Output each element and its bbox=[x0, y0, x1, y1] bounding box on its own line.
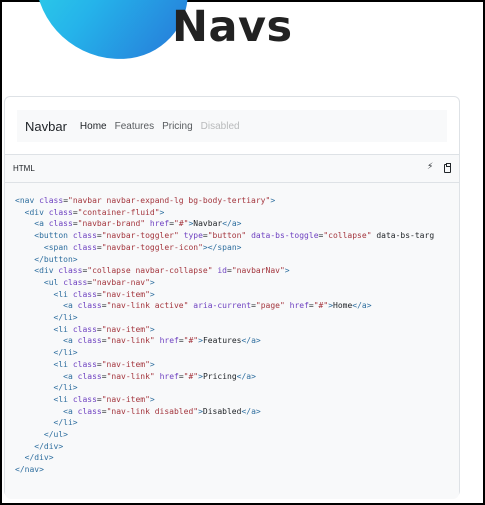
code-line: <div class="container-fluid"> bbox=[24, 207, 165, 217]
lightning-icon[interactable] bbox=[427, 162, 436, 174]
code-language-label: HTML bbox=[13, 164, 35, 173]
code-line: <nav class="navbar navbar-expand-lg bg-b… bbox=[15, 196, 276, 205]
code-line: <div class="collapse navbar-collapse" id… bbox=[34, 266, 290, 276]
code-header: HTML bbox=[5, 155, 459, 183]
clipboard-icon[interactable] bbox=[444, 163, 451, 173]
code-line: <li class="nav-item"> bbox=[53, 289, 155, 299]
navbar-preview: Navbar Home Features Pricing Disabled bbox=[17, 110, 447, 142]
nav-link-features[interactable]: Features bbox=[115, 121, 154, 132]
nav-link-disabled: Disabled bbox=[200, 120, 240, 132]
navbar-brand-link[interactable]: Navbar bbox=[25, 119, 67, 134]
code-line: <ul class="navbar-nav"> bbox=[43, 277, 155, 287]
code-line: <a class="nav-link" href="#">Features</a… bbox=[63, 336, 261, 346]
example-preview: Navbar Home Features Pricing Disabled bbox=[5, 97, 459, 155]
code-actions bbox=[427, 162, 451, 174]
code-line: <button class="navbar-toggler" type="but… bbox=[34, 231, 435, 241]
code-line: </li> bbox=[53, 418, 78, 428]
code-line: </li> bbox=[53, 383, 78, 393]
code-snippet: <nav class="navbar navbar-expand-lg bg-b… bbox=[5, 183, 459, 499]
nav-link-home[interactable]: Home bbox=[80, 121, 107, 132]
code-line: <a class="nav-link active" aria-current=… bbox=[63, 301, 372, 311]
code-line: </nav> bbox=[15, 465, 44, 475]
code-line: </button> bbox=[34, 254, 78, 264]
code-line: <span class="navbar-toggler-icon"></span… bbox=[43, 242, 242, 252]
docs-example-card: Navbar Home Features Pricing Disabled HT… bbox=[4, 96, 460, 499]
code-line: </div> bbox=[34, 441, 64, 451]
code-line: <a class="nav-link" href="#">Pricing</a> bbox=[63, 371, 256, 381]
code-line: <a class="nav-link disabled">Disabled</a… bbox=[63, 406, 261, 416]
code-line: <li class="nav-item"> bbox=[53, 359, 155, 369]
code-line: <a class="navbar-brand" href="#">Navbar<… bbox=[34, 219, 242, 229]
code-line: </div> bbox=[24, 453, 54, 463]
code-line: </li> bbox=[53, 348, 78, 358]
code-line: </ul> bbox=[43, 430, 68, 440]
nav-link-pricing[interactable]: Pricing bbox=[162, 121, 193, 132]
code-line: <li class="nav-item"> bbox=[53, 394, 155, 404]
page-title: Navs bbox=[172, 2, 293, 52]
hero-banner: Navs bbox=[0, 0, 485, 80]
code-line: <li class="nav-item"> bbox=[53, 324, 155, 334]
code-line: </li> bbox=[53, 313, 78, 323]
